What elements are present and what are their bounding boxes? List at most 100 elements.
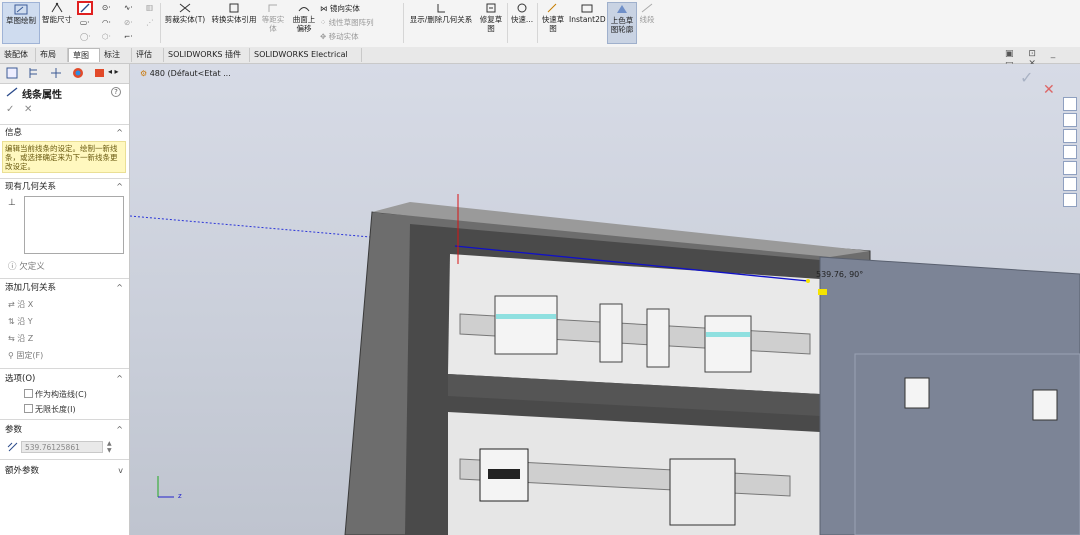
line-properties-icon <box>6 87 18 97</box>
extra-params-header[interactable]: 额外参数 v <box>0 464 129 478</box>
appearance-icon[interactable] <box>72 67 84 79</box>
sketch-label: 草图绘制 <box>6 16 36 25</box>
collapse-chevron-icon: ^ <box>116 128 123 137</box>
relation-along-y[interactable]: ⇅ 沿 Y <box>8 317 33 327</box>
tab-assembly[interactable]: 装配体 <box>0 48 36 62</box>
spline-tool[interactable]: ∿· <box>124 3 133 12</box>
smart-dimension-button[interactable]: 智能尺寸 <box>40 2 74 24</box>
under-defined-label: 欠定义 <box>19 262 45 272</box>
door-switch-1 <box>904 377 930 409</box>
move-entities-button[interactable]: ✥ 移动实体 <box>320 32 359 41</box>
ellipse-tool[interactable]: ⊘· <box>124 18 133 27</box>
text-icon: ▥ <box>146 3 154 12</box>
configuration-icon[interactable] <box>50 67 62 79</box>
trim-entities-button[interactable]: 剪裁实体(T) <box>163 2 207 24</box>
instant2d-button[interactable]: Instant2D <box>569 2 606 24</box>
display-manager-icon[interactable] <box>94 67 106 79</box>
info-section-header[interactable]: 信息 ^ <box>0 126 129 140</box>
along-z-icon: ⇆ <box>8 334 18 343</box>
display-delete-relations-button[interactable]: 显示/删除几何关系 <box>406 2 476 24</box>
feature-tree-icon[interactable] <box>6 67 18 79</box>
relations-icon <box>437 4 445 13</box>
rapid-sketch-label: 快速草图 <box>541 15 565 33</box>
slot-tool[interactable]: ◯· <box>80 32 91 41</box>
parameters-header[interactable]: 参数 ^ <box>0 423 129 437</box>
smart-dimension-icon <box>51 2 63 13</box>
fillet-tool[interactable]: ⌐· <box>124 32 133 41</box>
offset-icon <box>268 4 277 12</box>
add-relations-label: 添加几何关系 <box>5 283 57 293</box>
breaker-2 <box>599 303 623 363</box>
existing-relations-header[interactable]: 现有几何关系 ^ <box>0 180 129 194</box>
offset-entities-button[interactable]: 等距实体 <box>260 2 286 33</box>
parameters-label: 参数 <box>5 425 23 435</box>
cad-model <box>130 194 1080 535</box>
tab-markup[interactable]: 标注 <box>100 48 132 62</box>
point-tool[interactable]: ⋰ <box>146 18 154 27</box>
confirm-corner-cancel-icon[interactable]: ✕ <box>1043 82 1055 98</box>
tab-sketch[interactable]: 草图 <box>68 48 100 62</box>
arc-tool[interactable]: ◠· <box>102 18 111 27</box>
trim-label: 剪裁实体(T) <box>164 15 206 24</box>
mirror-entities-button[interactable]: ⋈ 镜向实体 <box>320 4 360 13</box>
rectangle-tool[interactable]: ▭· <box>80 18 89 27</box>
ok-button[interactable]: ✓ <box>6 104 14 115</box>
shaded-sketch-contours-button[interactable]: 上色草图轮廓 <box>607 2 637 44</box>
relation-fix[interactable]: ⚲ 固定(F) <box>8 351 43 361</box>
existing-relations-label: 现有几何关系 <box>5 182 57 192</box>
confirm-corner-ok-icon[interactable]: ✓ <box>1020 68 1033 87</box>
circle-tool[interactable]: ⊙· <box>102 3 111 12</box>
separator <box>403 3 404 43</box>
tab-solidworks-electrical-3d[interactable]: SOLIDWORKS Electrical 3D <box>250 48 362 73</box>
file-explorer-icon[interactable] <box>1063 145 1077 159</box>
relation-along-z[interactable]: ⇆ 沿 Z <box>8 334 33 344</box>
breaker-3 <box>646 308 670 368</box>
length-spinner[interactable]: ▲ ▼ <box>107 440 112 454</box>
relation-along-x[interactable]: ⇄ 沿 X <box>8 300 33 310</box>
arc-icon: ◠· <box>102 18 111 27</box>
infinite-length-checkbox[interactable]: 无限长度(I) <box>24 404 76 415</box>
separator <box>507 3 508 43</box>
appearances-icon[interactable] <box>1063 177 1077 191</box>
mirror-label: 镜向实体 <box>329 4 360 13</box>
offset-on-surface-button[interactable]: 曲面上偏移 <box>290 2 318 33</box>
design-library-icon[interactable] <box>1063 129 1077 143</box>
along-y-label: 沿 Y <box>17 317 33 326</box>
add-relations-header[interactable]: 添加几何关系 ^ <box>0 281 129 295</box>
home-icon[interactable] <box>1063 97 1077 111</box>
property-manager-icon[interactable] <box>28 67 40 79</box>
point-icon: ⋰ <box>146 18 154 27</box>
view-palette-icon[interactable] <box>1063 161 1077 175</box>
quick-snaps-button[interactable]: 快速... <box>509 2 535 24</box>
line-segment-button[interactable]: 线段 <box>637 2 657 24</box>
existing-relations-list[interactable] <box>24 196 124 254</box>
graphics-area[interactable]: ⚙ 480 (Défaut<Etat ... ⚲⚲✎▣▾ ▣▾ ◐▾ ◉◈▾ ▭… <box>130 64 1080 535</box>
relation-icon: ⊥ <box>8 198 16 208</box>
mirror-icon: ⋈ <box>320 4 330 13</box>
tab-solidworks-addins[interactable]: SOLIDWORKS 插件 <box>164 48 250 62</box>
construction-checkbox[interactable]: 作为构造线(C) <box>24 389 87 400</box>
resources-icon[interactable] <box>1063 113 1077 127</box>
panel-tabs-scroll-arrows[interactable]: ◂ ▸ <box>108 67 119 76</box>
linear-pattern-label: 线性草图阵列 <box>328 18 374 27</box>
linear-pattern-button[interactable]: ⁘ 线性草图阵列 <box>320 18 374 27</box>
cancel-button[interactable]: ✕ <box>24 104 32 115</box>
help-icon[interactable]: ? <box>111 87 121 97</box>
infinite-length-label: 无限长度(I) <box>35 405 76 414</box>
line-tool-button[interactable] <box>77 1 93 15</box>
info-circle-icon: ⓘ <box>8 262 20 272</box>
repair-sketch-button[interactable]: 修复草图 <box>478 2 504 33</box>
collapse-chevron-icon: ^ <box>116 374 123 383</box>
options-header[interactable]: 选项(O) ^ <box>0 372 129 386</box>
tab-evaluate[interactable]: 评估 <box>132 48 164 62</box>
contactor-2 <box>669 458 736 526</box>
convert-entities-button[interactable]: 转换实体引用 <box>208 2 260 24</box>
tab-layout[interactable]: 布局 <box>36 48 68 62</box>
custom-properties-icon[interactable] <box>1063 193 1077 207</box>
polygon-tool[interactable]: ⬡· <box>102 32 111 41</box>
length-field[interactable]: 539.76125861 <box>21 441 103 453</box>
rapid-sketch-button[interactable]: 快速草图 <box>539 2 567 33</box>
sketch-button[interactable]: 草图绘制 <box>2 2 40 44</box>
text-tool[interactable]: ▥ <box>146 3 153 12</box>
info-header-label: 信息 <box>5 128 23 138</box>
